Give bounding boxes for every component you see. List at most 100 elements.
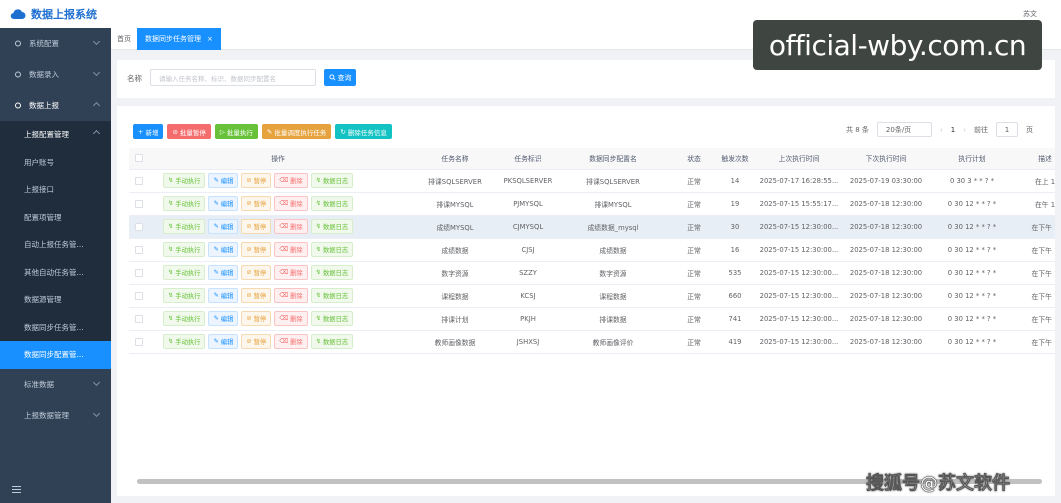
sidebar-item-data-entry[interactable]: 数据录入 bbox=[0, 59, 111, 90]
pause-button[interactable]: ⊘ 暂停 bbox=[241, 173, 272, 188]
sidebar-item-data-report[interactable]: 数据上报 bbox=[0, 90, 111, 121]
brand[interactable]: 数据上报系统 bbox=[0, 0, 111, 28]
edit-button[interactable]: ✎ 编辑 bbox=[208, 219, 239, 234]
manual-run-button[interactable]: ↯ 手动执行 bbox=[163, 219, 206, 234]
batch-schedule-button[interactable]: ✎ 批量调度执行任务 bbox=[261, 124, 332, 139]
manual-run-button[interactable]: ↯ 手动执行 bbox=[163, 173, 206, 188]
manual-run-button[interactable]: ↯ 手动执行 bbox=[163, 334, 206, 349]
delete-button[interactable]: ⌫ 删除 bbox=[274, 219, 308, 234]
sidebar-item-standard-data[interactable]: 标准数据 bbox=[0, 369, 111, 400]
table-row[interactable]: ↯ 手动执行 ✎ 编辑 ⊘ 暂停 ⌫ 删除 ↯ 数据日志 排课SQLSERVER PKSQLSERVE… bbox=[129, 169, 1055, 193]
pause-button[interactable]: ⊘ 暂停 bbox=[241, 265, 272, 280]
delete-button[interactable]: ⌫ 删除 bbox=[274, 173, 308, 188]
edit-button[interactable]: ✎ 编辑 bbox=[208, 173, 239, 188]
data-log-button[interactable]: ↯ 数据日志 bbox=[310, 288, 354, 303]
table-row[interactable]: ↯ 手动执行 ✎ 编辑 ⊘ 暂停 ⌫ 删除 ↯ 数据日志 成绩数据 CJSJ 成绩数据 正常 16 2025-… bbox=[129, 238, 1055, 262]
sidebar-item-report-data-mgmt[interactable]: 上报数据管理 bbox=[0, 400, 111, 431]
edit-button[interactable]: ✎ 编辑 bbox=[208, 288, 239, 303]
select-all-checkbox[interactable] bbox=[135, 154, 143, 163]
data-log-button[interactable]: ↯ 数据日志 bbox=[310, 196, 354, 211]
hamburger-icon[interactable] bbox=[12, 486, 21, 493]
manual-run-button[interactable]: ↯ 手动执行 bbox=[163, 265, 206, 280]
data-log-button[interactable]: ↯ 数据日志 bbox=[310, 242, 354, 257]
delete-button[interactable]: ⌫ 删除 bbox=[274, 288, 308, 303]
sidebar-item-user-account[interactable]: 用户账号 bbox=[0, 149, 111, 177]
row-select-cell[interactable] bbox=[129, 215, 149, 239]
row-checkbox[interactable] bbox=[135, 314, 143, 323]
row-checkbox[interactable] bbox=[135, 176, 143, 185]
manual-run-button[interactable]: ↯ 手动执行 bbox=[163, 242, 206, 257]
row-select-cell[interactable] bbox=[129, 330, 149, 354]
delete-button[interactable]: ⌫ 删除 bbox=[274, 311, 308, 326]
tab-home[interactable]: 首页 bbox=[117, 34, 131, 44]
pause-button[interactable]: ⊘ 暂停 bbox=[241, 334, 272, 349]
goto-input[interactable]: 1 bbox=[996, 122, 1018, 137]
page-number[interactable]: 1 bbox=[951, 126, 955, 134]
tab-sync-task-mgmt[interactable]: 数据同步任务管理 × bbox=[137, 28, 221, 50]
table-row[interactable]: ↯ 手动执行 ✎ 编辑 ⊘ 暂停 ⌫ 删除 ↯ 数据日志 教师画像数据 JSHXSJ 教师画像评价 正常 4… bbox=[129, 330, 1055, 354]
search-button[interactable]: 查询 bbox=[324, 69, 356, 86]
table-row[interactable]: ↯ 手动执行 ✎ 编辑 ⊘ 暂停 ⌫ 删除 ↯ 数据日志 数字资源 SZZY 数字资源 正常 535 2025… bbox=[129, 261, 1055, 285]
manual-run-button[interactable]: ↯ 手动执行 bbox=[163, 288, 206, 303]
row-checkbox[interactable] bbox=[135, 245, 143, 254]
edit-button[interactable]: ✎ 编辑 bbox=[208, 311, 239, 326]
sidebar-item-other-auto-tasks[interactable]: 其他自动任务管... bbox=[0, 259, 111, 287]
data-log-button[interactable]: ↯ 数据日志 bbox=[310, 265, 354, 280]
add-button[interactable]: + 新增 bbox=[133, 124, 164, 139]
edit-button[interactable]: ✎ 编辑 bbox=[208, 242, 239, 257]
pause-button[interactable]: ⊘ 暂停 bbox=[241, 219, 272, 234]
prev-page-icon[interactable]: ‹ bbox=[940, 126, 943, 134]
sidebar-item-sync-tasks[interactable]: 数据同步任务管... bbox=[0, 314, 111, 342]
data-log-button[interactable]: ↯ 数据日志 bbox=[310, 334, 354, 349]
sidebar-item-system-config[interactable]: 系统配置 bbox=[0, 28, 111, 59]
next-page-icon[interactable]: › bbox=[963, 126, 966, 134]
row-checkbox[interactable] bbox=[135, 268, 143, 277]
row-select-cell[interactable] bbox=[129, 284, 149, 308]
sidebar-subgroup-report-config[interactable]: 上报配置管理 bbox=[0, 121, 111, 149]
sidebar-item-datasource[interactable]: 数据源管理 bbox=[0, 286, 111, 314]
delete-info-button[interactable]: ↻ 删除任务信息 bbox=[335, 124, 392, 139]
close-icon[interactable]: × bbox=[207, 35, 213, 43]
table-row[interactable]: ↯ 手动执行 ✎ 编辑 ⊘ 暂停 ⌫ 删除 ↯ 数据日志 排课计划 PKJH 排课数据 正常 741 2025… bbox=[129, 307, 1055, 331]
sidebar-item-config-items[interactable]: 配置项管理 bbox=[0, 204, 111, 232]
delete-button[interactable]: ⌫ 删除 bbox=[274, 196, 308, 211]
pause-button[interactable]: ⊘ 暂停 bbox=[241, 311, 272, 326]
user-name[interactable]: 苏文 bbox=[1023, 9, 1037, 19]
row-checkbox[interactable] bbox=[135, 222, 143, 231]
delete-button[interactable]: ⌫ 删除 bbox=[274, 242, 308, 257]
batch-pause-button[interactable]: ⊘ 批量暂停 bbox=[167, 124, 211, 139]
table-row[interactable]: ↯ 手动执行 ✎ 编辑 ⊘ 暂停 ⌫ 删除 ↯ 数据日志 成绩MYSQL CJMYSQL 成绩数据_my… bbox=[129, 215, 1055, 239]
pause-button[interactable]: ⊘ 暂停 bbox=[241, 196, 272, 211]
row-select-cell[interactable] bbox=[129, 169, 149, 193]
pause-button[interactable]: ⊘ 暂停 bbox=[241, 242, 272, 257]
row-select-cell[interactable] bbox=[129, 238, 149, 262]
data-log-button[interactable]: ↯ 数据日志 bbox=[310, 173, 354, 188]
ops-cell: ↯ 手动执行 ✎ 编辑 ⊘ 暂停 ⌫ 删除 ↯ 数据日志 bbox=[149, 307, 407, 331]
manual-run-button[interactable]: ↯ 手动执行 bbox=[163, 196, 206, 211]
row-checkbox[interactable] bbox=[135, 199, 143, 208]
edit-button[interactable]: ✎ 编辑 bbox=[208, 334, 239, 349]
page-size-select[interactable]: 20条/页 bbox=[876, 122, 932, 137]
ops-cell: ↯ 手动执行 ✎ 编辑 ⊘ 暂停 ⌫ 删除 ↯ 数据日志 bbox=[149, 169, 407, 193]
select-all-cell[interactable] bbox=[129, 148, 149, 170]
edit-button[interactable]: ✎ 编辑 bbox=[208, 265, 239, 280]
delete-button[interactable]: ⌫ 删除 bbox=[274, 334, 308, 349]
row-select-cell[interactable] bbox=[129, 307, 149, 331]
manual-run-button[interactable]: ↯ 手动执行 bbox=[163, 311, 206, 326]
row-select-cell[interactable] bbox=[129, 192, 149, 216]
sidebar-item-sync-config[interactable]: 数据同步配置管... bbox=[0, 341, 111, 369]
sidebar-item-report-api[interactable]: 上报接口 bbox=[0, 176, 111, 204]
data-log-button[interactable]: ↯ 数据日志 bbox=[310, 219, 354, 234]
search-input[interactable]: 请输入任务名称、标识、数据同步配置名 bbox=[150, 69, 316, 86]
table-row[interactable]: ↯ 手动执行 ✎ 编辑 ⊘ 暂停 ⌫ 删除 ↯ 数据日志 课程数据 KCSJ 课程数据 正常 660 2025… bbox=[129, 284, 1055, 308]
row-checkbox[interactable] bbox=[135, 337, 143, 346]
delete-button[interactable]: ⌫ 删除 bbox=[274, 265, 308, 280]
row-select-cell[interactable] bbox=[129, 261, 149, 285]
data-log-button[interactable]: ↯ 数据日志 bbox=[310, 311, 354, 326]
batch-run-button[interactable]: ▷ 批量执行 bbox=[214, 124, 258, 139]
sidebar-item-auto-report-tasks[interactable]: 自动上报任务管... bbox=[0, 231, 111, 259]
table-row[interactable]: ↯ 手动执行 ✎ 编辑 ⊘ 暂停 ⌫ 删除 ↯ 数据日志 排课MYSQL PJMYSQL 排课MYSQL… bbox=[129, 192, 1055, 216]
edit-button[interactable]: ✎ 编辑 bbox=[208, 196, 239, 211]
row-checkbox[interactable] bbox=[135, 291, 143, 300]
pause-button[interactable]: ⊘ 暂停 bbox=[241, 288, 272, 303]
